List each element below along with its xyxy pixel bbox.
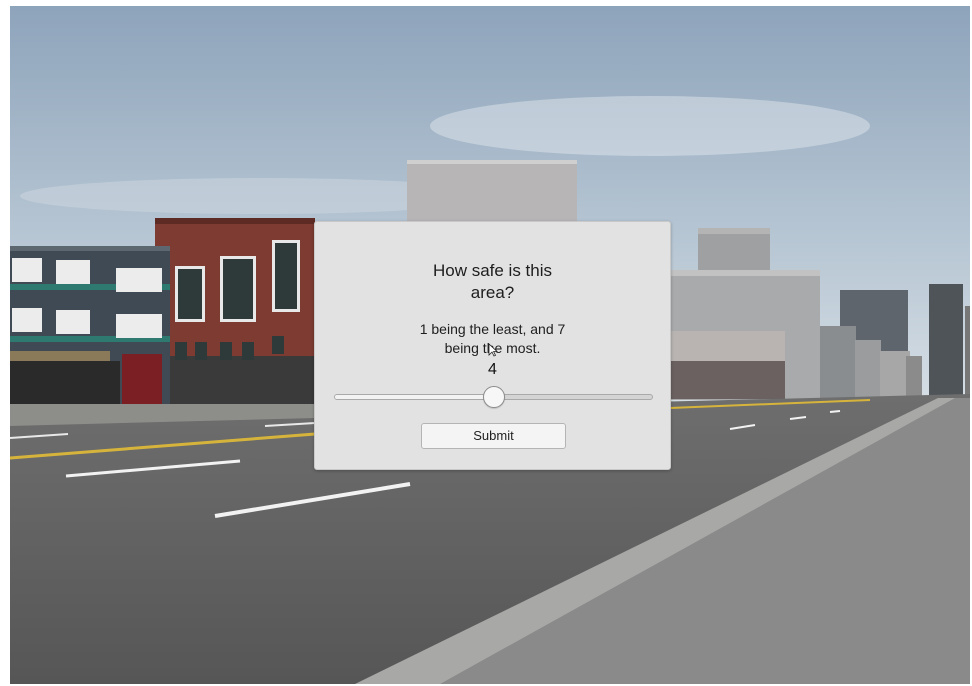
brick-building — [155, 218, 315, 406]
mouse-cursor-icon — [488, 343, 498, 357]
apartment-building-left — [10, 246, 170, 406]
slider-fill — [335, 395, 494, 399]
lane-marking — [829, 410, 841, 413]
rating-value: 4 — [488, 361, 497, 378]
game-viewport[interactable]: How safe is this area? 1 being the least… — [10, 6, 970, 684]
rating-slider[interactable] — [334, 386, 653, 408]
slider-thumb[interactable] — [482, 386, 505, 408]
submit-button[interactable]: Submit — [421, 423, 566, 449]
survey-question: How safe is this area? — [432, 261, 553, 302]
cloud — [430, 96, 870, 156]
tower-center — [407, 160, 577, 230]
office-building-right — [670, 270, 820, 400]
